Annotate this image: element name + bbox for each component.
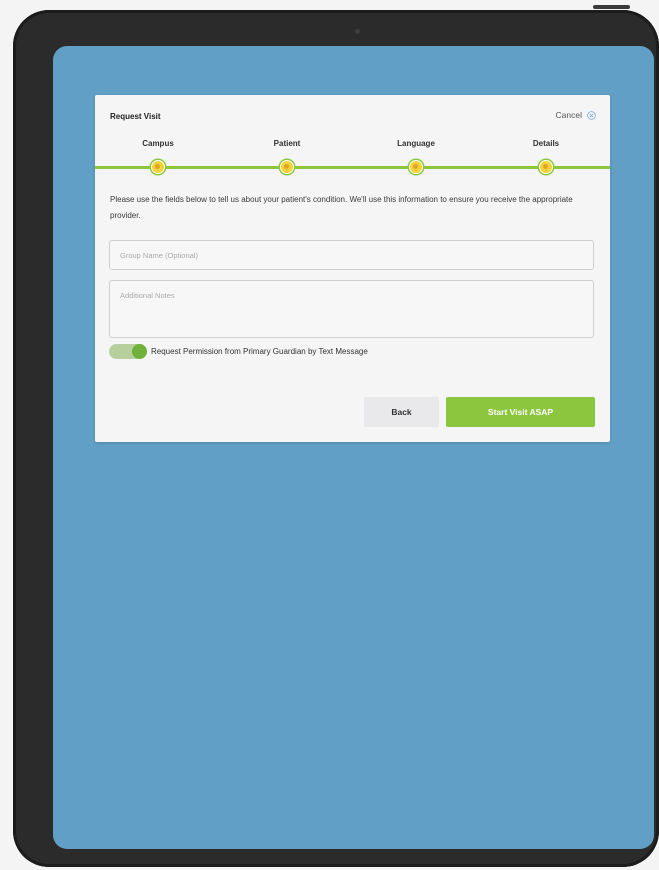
camera-icon — [355, 29, 360, 34]
group-name-input[interactable] — [109, 240, 594, 270]
permission-toggle-row: Request Permission from Primary Guardian… — [109, 344, 368, 359]
tablet-screen: Request Visit Cancel Campus Patient Lang… — [53, 46, 654, 849]
start-visit-button[interactable]: Start Visit ASAP — [446, 397, 595, 427]
step-label: Details — [532, 139, 560, 148]
step-marker-icon — [409, 160, 423, 174]
form-description: Please use the fields below to tell us a… — [110, 195, 573, 220]
request-visit-dialog: Request Visit Cancel Campus Patient Lang… — [95, 95, 610, 442]
progress-stepper: Campus Patient Language Details — [95, 139, 610, 175]
step-label: Patient — [273, 139, 301, 148]
close-circle-icon — [587, 110, 596, 120]
permission-toggle-label: Request Permission from Primary Guardian… — [151, 347, 368, 356]
tablet-side-button — [593, 5, 630, 9]
step-label: Campus — [142, 139, 174, 148]
back-button[interactable]: Back — [364, 397, 439, 427]
toggle-knob — [132, 344, 147, 359]
step-marker-icon — [280, 160, 294, 174]
permission-toggle[interactable] — [109, 344, 147, 359]
step-patient[interactable]: Patient — [242, 139, 332, 175]
tablet-device: Request Visit Cancel Campus Patient Lang… — [13, 10, 659, 867]
cancel-label: Cancel — [555, 110, 582, 120]
step-details[interactable]: Details — [501, 139, 591, 175]
step-label: Language — [397, 139, 435, 148]
step-marker-icon — [151, 160, 165, 174]
dialog-title: Request Visit — [110, 112, 161, 121]
step-marker-icon — [539, 160, 553, 174]
step-language[interactable]: Language — [371, 139, 461, 175]
additional-notes-field[interactable] — [109, 280, 594, 338]
step-campus[interactable]: Campus — [113, 139, 203, 175]
cancel-button[interactable]: Cancel — [556, 110, 596, 120]
